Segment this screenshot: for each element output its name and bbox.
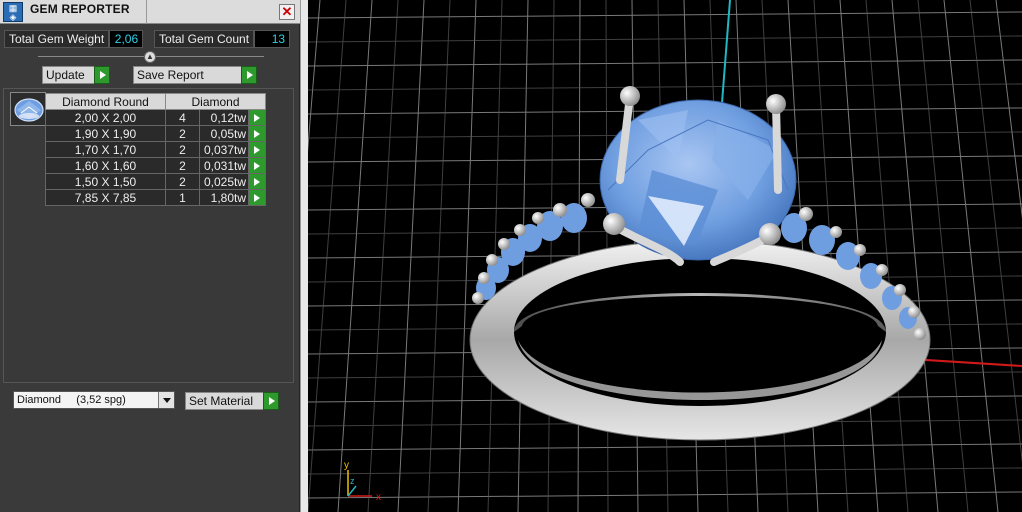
- header-shape: Diamond Round: [45, 93, 166, 110]
- total-weight-value: 2,06: [109, 30, 144, 48]
- select-row-arrow-icon[interactable]: [248, 141, 266, 158]
- ring-shank: [469, 239, 931, 441]
- gem-reporter-panel: ▦ ◈ GEM REPORTER ✕ Total Gem Weight 2,06 …: [0, 0, 300, 512]
- total-weight-summary: Total Gem Weight 2,06: [4, 30, 144, 48]
- select-row-arrow-icon[interactable]: [248, 173, 266, 190]
- round-diamond-icon: [14, 98, 44, 122]
- gem-weight: 0,031tw: [199, 157, 249, 174]
- gem-weight: 0,037tw: [199, 141, 249, 158]
- total-count-summary: Total Gem Count 13: [154, 30, 291, 48]
- gem-reporter-icon: ▦ ◈: [3, 2, 23, 22]
- update-button-label: Update: [46, 68, 85, 82]
- total-count-value: 13: [254, 30, 291, 48]
- gem-count: 2: [165, 125, 200, 142]
- material-select[interactable]: Diamond (3,52 spg): [13, 391, 175, 409]
- save-report-button-label: Save Report: [137, 68, 204, 82]
- table-row[interactable]: 7,85 X 7,85 1 1,80tw: [45, 189, 266, 206]
- update-button[interactable]: Update: [42, 66, 110, 84]
- table-row[interactable]: 1,90 X 1,90 2 0,05tw: [45, 125, 266, 142]
- header-material: Diamond: [165, 93, 266, 110]
- go-arrow-icon: [263, 392, 279, 410]
- total-count-label: Total Gem Count: [154, 30, 255, 48]
- gem-count: 2: [165, 157, 200, 174]
- go-arrow-icon: [241, 66, 257, 84]
- panel-splitter[interactable]: [300, 0, 308, 512]
- title-divider: [146, 0, 147, 24]
- gem-count: 1: [165, 189, 200, 206]
- collapse-chevron-icon[interactable]: ▲: [144, 51, 156, 63]
- material-select-value: Diamond (3,52 spg): [17, 394, 126, 406]
- set-material-button-label: Set Material: [189, 394, 254, 408]
- table-row[interactable]: 1,70 X 1,70 2 0,037tw: [45, 141, 266, 158]
- gem-count: 2: [165, 141, 200, 158]
- go-arrow-icon: [94, 66, 110, 84]
- table-row[interactable]: 1,50 X 1,50 2 0,025tw: [45, 173, 266, 190]
- set-material-button[interactable]: Set Material: [185, 392, 279, 410]
- gem-preview-thumbnail: [10, 92, 46, 126]
- total-weight-label: Total Gem Weight: [4, 30, 110, 48]
- gizmo-x-label: x: [376, 492, 381, 503]
- gizmo-y-label: y: [344, 460, 349, 471]
- table-row[interactable]: 1,60 X 1,60 2 0,031tw: [45, 157, 266, 174]
- select-row-arrow-icon[interactable]: [248, 189, 266, 206]
- gem-weight: 1,80tw: [199, 189, 249, 206]
- save-report-button[interactable]: Save Report: [133, 66, 257, 84]
- gem-weight: 0,025tw: [199, 173, 249, 190]
- gem-size: 7,85 X 7,85: [45, 189, 166, 206]
- 3d-viewport[interactable]: y x z: [308, 0, 1022, 512]
- gem-count: 2: [165, 173, 200, 190]
- chevron-down-icon[interactable]: [158, 392, 174, 408]
- gem-size: 2,00 X 2,00: [45, 109, 166, 126]
- title-bar: ▦ ◈ GEM REPORTER ✕: [0, 0, 300, 24]
- close-icon[interactable]: ✕: [279, 4, 295, 20]
- gem-size: 1,50 X 1,50: [45, 173, 166, 190]
- axis-gizmo: y x z: [344, 460, 381, 503]
- table-row[interactable]: 2,00 X 2,00 4 0,12tw: [45, 109, 266, 126]
- ring-scene[interactable]: y x z: [308, 0, 1022, 512]
- gem-table-header: Diamond Round Diamond: [45, 93, 266, 110]
- select-row-arrow-icon[interactable]: [248, 109, 266, 126]
- select-row-arrow-icon[interactable]: [248, 125, 266, 142]
- gem-table: Diamond Round Diamond 2,00 X 2,00 4 0,12…: [45, 93, 266, 206]
- gizmo-z-label: z: [350, 476, 355, 486]
- gem-count: 4: [165, 109, 200, 126]
- gem-weight: 0,12tw: [199, 109, 249, 126]
- select-row-arrow-icon[interactable]: [248, 157, 266, 174]
- gem-weight: 0,05tw: [199, 125, 249, 142]
- gem-size: 1,70 X 1,70: [45, 141, 166, 158]
- window-title: GEM REPORTER: [30, 2, 130, 16]
- gem-size: 1,90 X 1,90: [45, 125, 166, 142]
- gem-size: 1,60 X 1,60: [45, 157, 166, 174]
